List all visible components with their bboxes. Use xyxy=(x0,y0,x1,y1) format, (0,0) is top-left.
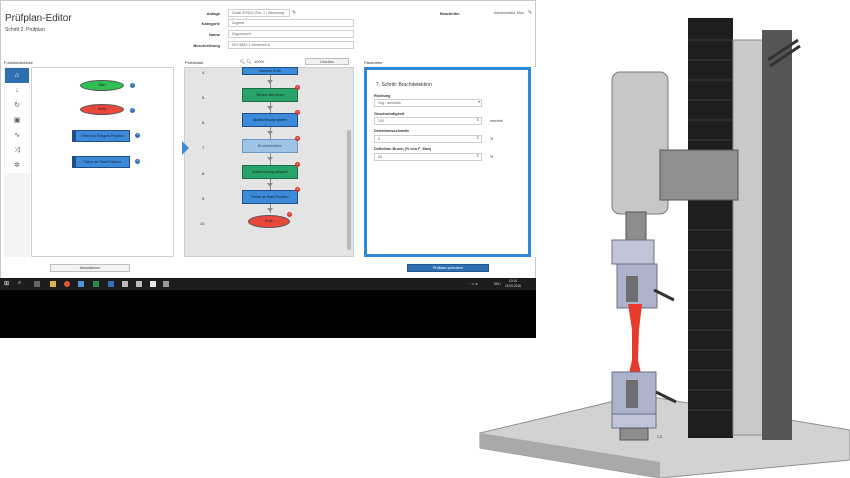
bruch-label: Definition Bruch (% von F_Max) xyxy=(374,147,432,151)
palette-block-start-position[interactable]: Fahre an Start-Position xyxy=(72,156,130,168)
detektion-input[interactable]: 5 xyxy=(374,135,482,143)
palette-block-event-position[interactable]: Fahre an Ereignis-Position xyxy=(72,130,130,142)
kategorie-label: Kategorie xyxy=(201,21,220,26)
arrow-icon xyxy=(267,106,273,110)
params-heading: 7. Schritt: Bruchdetektion xyxy=(376,82,432,88)
params-label: Parameter xyxy=(364,60,383,65)
zoom-icon[interactable]: 🔍︎ 🔍︎ xyxy=(240,59,251,64)
remove-icon[interactable]: × xyxy=(295,110,300,115)
arrow-icon xyxy=(267,183,273,187)
name-field[interactable]: Zugversuch xyxy=(228,30,354,38)
step-number: 6. xyxy=(202,120,206,125)
step-number: 10. xyxy=(200,221,206,226)
flow-step-selected[interactable]: Bruchdetektion xyxy=(242,139,298,153)
rear-column xyxy=(762,30,792,440)
remove-icon[interactable]: × xyxy=(287,212,292,217)
delete-button[interactable]: Löschen xyxy=(305,58,349,65)
flow-step[interactable]: Messen Kraft xyxy=(242,67,298,75)
zoom-value: 100% xyxy=(254,59,265,64)
palette-label: Funktionsblöcke xyxy=(4,60,33,65)
arrow-icon xyxy=(267,157,273,161)
richtung-select[interactable]: Zug / aufwärts xyxy=(374,99,482,107)
step-number: 9. xyxy=(202,196,206,201)
flow-step-end[interactable]: Ende xyxy=(248,215,290,228)
add-icon[interactable]: + xyxy=(130,108,135,113)
geschw-input[interactable]: 100 xyxy=(374,117,482,125)
arrow-icon xyxy=(267,208,273,212)
arrow-icon xyxy=(267,80,273,84)
remove-icon[interactable]: × xyxy=(295,187,300,192)
copy-icon[interactable]: ▣ xyxy=(5,113,29,128)
testing-machine-illustration: C3 xyxy=(479,18,850,478)
beschreibung-field[interactable]: ISO 6892-1 Verfahren A xyxy=(228,41,354,49)
app-icon[interactable] xyxy=(163,281,169,287)
arrow-down-icon[interactable]: ↓ xyxy=(5,83,29,98)
remove-icon[interactable]: × xyxy=(295,85,300,90)
geschw-label: Geschwindigkeit xyxy=(374,112,405,116)
word-icon[interactable] xyxy=(108,281,114,287)
pulse-icon[interactable]: ∿ xyxy=(5,128,29,143)
bearbeiter-label: Bearbeiter xyxy=(440,11,460,16)
step-number: 5. xyxy=(202,95,206,100)
page-title: Prüfplan-Editor xyxy=(5,13,72,24)
excel-icon[interactable] xyxy=(93,281,99,287)
search-icon[interactable]: ⌕ xyxy=(18,280,21,287)
app-icon[interactable] xyxy=(78,281,84,287)
shuffle-icon[interactable]: ⤨ xyxy=(5,143,29,158)
flow-step[interactable]: Aufzeichnung starten xyxy=(242,113,298,127)
edit-icon[interactable]: ✎ xyxy=(292,10,296,16)
flow-step[interactable]: Sensor aktivieren xyxy=(242,88,298,102)
palette-block-end[interactable]: Ende xyxy=(80,104,124,115)
add-icon[interactable]: + xyxy=(135,133,140,138)
crosshead xyxy=(659,149,739,201)
palette-block-start[interactable]: Start xyxy=(80,80,124,91)
app-icon[interactable] xyxy=(150,281,156,287)
refresh-button[interactable]: Aktualisieren xyxy=(50,264,130,272)
upper-grip xyxy=(611,239,655,265)
home-icon[interactable]: ⌂ xyxy=(5,68,29,83)
current-step-marker-icon xyxy=(182,141,189,155)
anlage-field[interactable]: Zwick ZHS02 (Ser. 1 / Werkzeug Testxpert… xyxy=(228,9,290,22)
arrow-icon xyxy=(267,131,273,135)
richtung-label: Richtung xyxy=(374,94,391,98)
name-label: Name xyxy=(209,32,220,37)
remove-icon[interactable]: × xyxy=(295,136,300,141)
add-icon[interactable]: + xyxy=(130,83,135,88)
cycle-icon[interactable]: ↻ xyxy=(5,98,29,113)
windows-start-icon[interactable]: ⊞ xyxy=(4,280,9,287)
page-subtitle: Schritt 2: Prüfplan xyxy=(5,27,45,33)
detektion-label: Detektionsschwelle xyxy=(374,129,410,133)
blank-screen-area xyxy=(0,290,536,338)
stamp-label: C3 xyxy=(657,434,663,439)
bellows-column xyxy=(688,18,733,438)
gear-icon[interactable]: ✲ xyxy=(5,158,29,173)
remove-icon[interactable]: × xyxy=(295,162,300,167)
step-number: 8. xyxy=(202,171,206,176)
browser-icon[interactable] xyxy=(64,281,70,287)
add-icon[interactable]: + xyxy=(135,159,140,164)
beschreibung-label: Beschreibung xyxy=(193,43,220,48)
scrollbar[interactable] xyxy=(347,130,351,250)
task-view-icon[interactable] xyxy=(34,281,40,287)
anlage-label: Anlage xyxy=(206,11,220,16)
flow-step[interactable]: Aufzeichnung stoppen xyxy=(242,165,298,179)
kategorie-field[interactable]: Zugtest xyxy=(228,19,354,27)
step-number: 4. xyxy=(202,70,206,75)
app-icon[interactable] xyxy=(136,281,142,287)
step-number: 7. xyxy=(202,145,206,150)
specimen xyxy=(628,304,642,378)
flow-step[interactable]: Fahre an Start-Position xyxy=(242,190,298,204)
flow-label: Prüfablauf xyxy=(185,60,204,65)
bruch-input[interactable]: 50 xyxy=(374,153,482,161)
explorer-icon[interactable] xyxy=(50,281,56,287)
app-icon[interactable] xyxy=(122,281,128,287)
